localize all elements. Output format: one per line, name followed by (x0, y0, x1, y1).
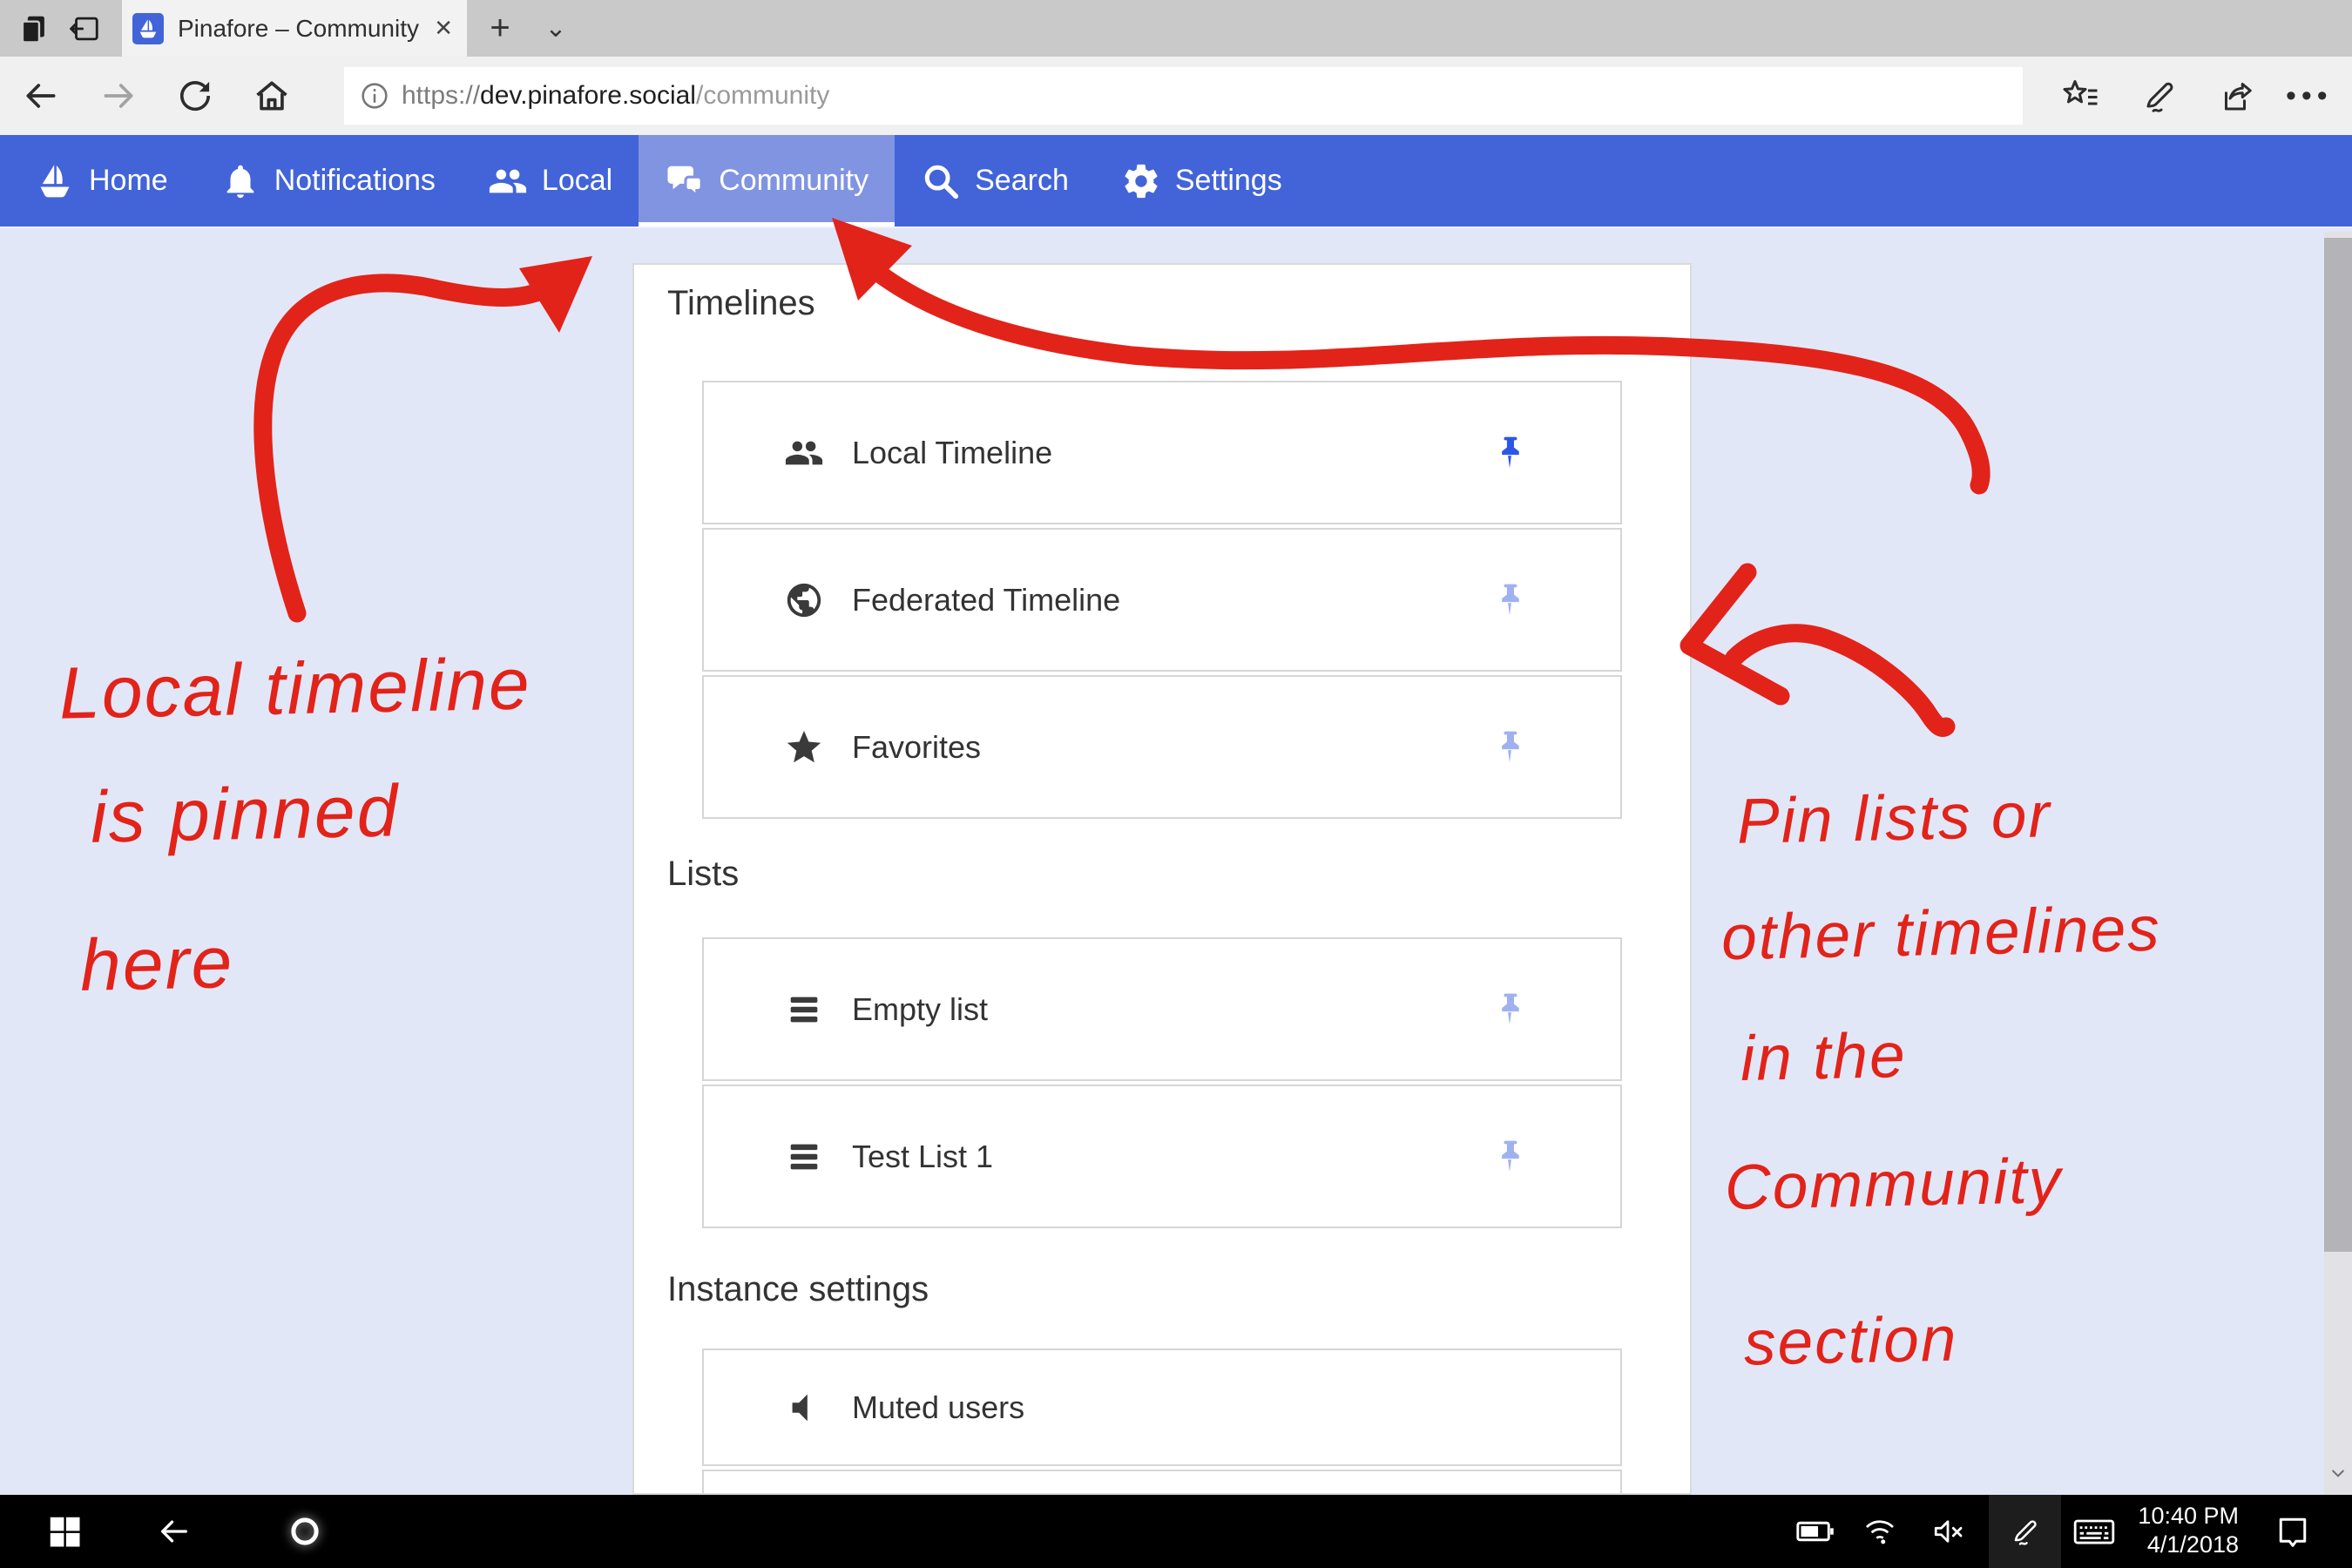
list-icon (784, 990, 824, 1030)
restore-tabs-icon[interactable] (68, 12, 101, 45)
tab-preview-toggle[interactable]: ⌄ (537, 0, 575, 57)
windows-taskbar: 10:40 PM 4/1/2018 (0, 1495, 2352, 1568)
pin-icon[interactable] (1490, 990, 1530, 1030)
list-item-favorites[interactable]: Favorites (702, 675, 1622, 819)
tab-close-icon[interactable]: ✕ (434, 15, 453, 42)
nav-item-search[interactable]: Search (895, 135, 1095, 226)
search-icon (921, 161, 961, 201)
new-tab-button[interactable]: + (481, 0, 519, 57)
list-icon (784, 1137, 824, 1177)
list-item-empty-list[interactable]: Empty list (702, 937, 1622, 1081)
nav-item-local[interactable]: Local (462, 135, 639, 226)
url-field[interactable]: https://dev.pinafore.social/community (344, 67, 2023, 125)
sailboat-icon (35, 161, 75, 201)
share-icon[interactable] (2214, 75, 2256, 117)
timelines-group: Local Timeline Federated Timeline Favori… (702, 381, 1622, 819)
browser-addressbar: https://dev.pinafore.social/community ••… (0, 57, 2352, 135)
lists-group: Empty list Test List 1 (702, 937, 1622, 1228)
browser-titlebar: Pinafore – Community ✕ + ⌄ (0, 0, 2352, 57)
tab-title: Pinafore – Community (178, 15, 419, 43)
favorites-hub-icon[interactable] (2059, 75, 2101, 117)
bell-icon (220, 161, 260, 201)
row-label: Test List 1 (852, 1139, 993, 1175)
chat-bubbles-icon (665, 161, 705, 201)
clock-date: 4/1/2018 (2117, 1531, 2239, 1559)
instance-settings-group: Muted users (702, 1348, 1622, 1495)
url-scheme: https:// (402, 81, 480, 110)
touch-keyboard-icon[interactable] (2073, 1514, 2115, 1549)
row-label: Muted users (852, 1389, 1024, 1426)
scrollbar-down-icon[interactable] (2327, 1464, 2349, 1482)
more-menu-icon[interactable]: ••• (2286, 57, 2333, 135)
section-heading-instance-settings: Instance settings (667, 1270, 929, 1309)
nav-label: Notifications (274, 164, 436, 198)
list-item-local-timeline[interactable]: Local Timeline (702, 381, 1622, 524)
list-item-federated-timeline[interactable]: Federated Timeline (702, 528, 1622, 672)
nav-label: Settings (1175, 164, 1282, 198)
pin-icon[interactable] (1490, 580, 1530, 620)
globe-icon (784, 580, 824, 620)
people-icon (784, 433, 824, 473)
section-heading-lists: Lists (667, 855, 739, 894)
pin-icon[interactable] (1490, 1137, 1530, 1177)
list-item-test-list-1[interactable]: Test List 1 (702, 1085, 1622, 1228)
row-label: Federated Timeline (852, 582, 1120, 618)
back-icon[interactable] (22, 77, 60, 115)
wifi-icon[interactable] (1862, 1514, 1897, 1549)
taskbar-clock[interactable]: 10:40 PM 4/1/2018 (2117, 1502, 2239, 1559)
taskbar-back-icon[interactable] (157, 1514, 192, 1549)
nav-label: Home (89, 164, 168, 198)
refresh-icon[interactable] (176, 77, 214, 115)
people-icon (488, 161, 528, 201)
gear-icon (1121, 161, 1161, 201)
pin-icon[interactable] (1490, 433, 1530, 473)
row-label: Empty list (852, 991, 988, 1028)
pin-icon[interactable] (1490, 727, 1530, 767)
row-label: Local Timeline (852, 435, 1052, 471)
web-note-pen-icon[interactable] (2138, 75, 2180, 117)
pinafore-navbar: Home Notifications Local Community Searc… (0, 135, 2352, 228)
site-info-icon[interactable] (360, 81, 389, 111)
start-button-icon[interactable] (47, 1514, 82, 1549)
row-label: Favorites (852, 729, 981, 766)
url-path: /community (696, 81, 829, 110)
battery-icon[interactable] (1796, 1514, 1835, 1549)
browser-tab[interactable]: Pinafore – Community ✕ (122, 0, 467, 57)
list-item-muted-users[interactable]: Muted users (702, 1348, 1622, 1466)
set-aside-tabs-icon[interactable] (17, 12, 51, 45)
nav-item-community[interactable]: Community (639, 135, 895, 226)
home-icon[interactable] (253, 77, 291, 115)
screen: Pinafore – Community ✕ + ⌄ https://dev.p… (0, 0, 2352, 1568)
nav-item-notifications[interactable]: Notifications (194, 135, 462, 226)
clock-time: 10:40 PM (2117, 1502, 2239, 1531)
nav-item-settings[interactable]: Settings (1095, 135, 1308, 226)
nav-label: Search (975, 164, 1069, 198)
list-item-partial[interactable] (702, 1470, 1622, 1495)
url-host: dev.pinafore.social (480, 81, 696, 110)
windows-ink-tile[interactable] (1989, 1495, 2061, 1568)
action-center-icon[interactable] (2275, 1514, 2310, 1549)
star-icon (784, 727, 824, 767)
nav-label: Community (719, 164, 868, 198)
pen-icon (2007, 1514, 2042, 1549)
community-card: Timelines Local Timeline Federated Timel… (632, 263, 1692, 1495)
pinafore-favicon (132, 13, 164, 44)
forward-icon[interactable] (99, 77, 138, 115)
section-heading-timelines: Timelines (667, 284, 815, 323)
nav-label: Local (542, 164, 612, 198)
cortana-icon[interactable] (287, 1514, 322, 1549)
scrollbar-thumb[interactable] (2324, 238, 2352, 1252)
browser-scrollbar[interactable] (2324, 232, 2352, 1495)
community-page: Timelines Local Timeline Federated Timel… (0, 228, 2352, 1495)
muted-speaker-icon (784, 1388, 824, 1428)
volume-muted-icon[interactable] (1930, 1514, 1965, 1549)
nav-item-home[interactable]: Home (9, 135, 194, 226)
url-text: https://dev.pinafore.social/community (402, 81, 829, 111)
